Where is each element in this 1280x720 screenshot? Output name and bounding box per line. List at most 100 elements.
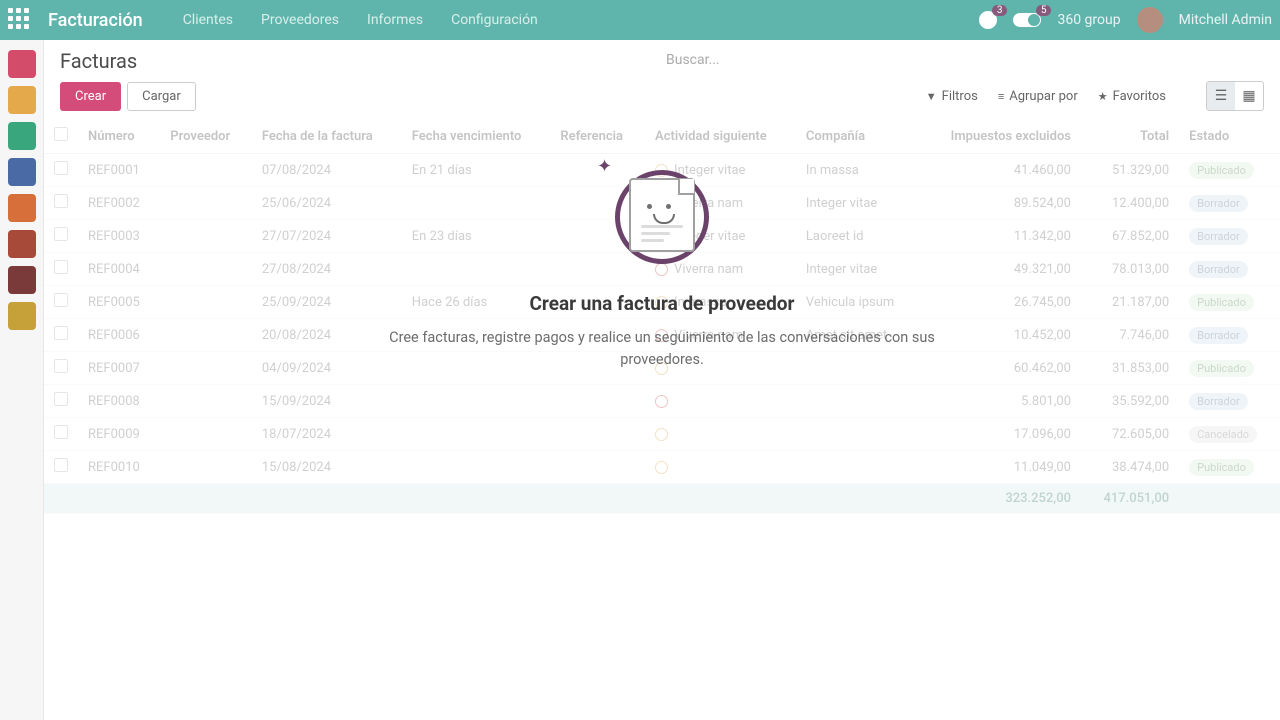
cell-billdate: 15/09/2024 (252, 385, 402, 418)
groupby-menu[interactable]: ≡Agrupar por (998, 89, 1078, 104)
table-row[interactable]: REF000225/06/2024Viverra namInteger vita… (44, 187, 1280, 220)
cell-company (796, 352, 920, 385)
status-badge: Publicado (1189, 459, 1254, 476)
side-app-inventory-icon[interactable] (8, 266, 36, 294)
menu-configuracion[interactable]: Configuración (451, 12, 538, 28)
cell-untaxed: 60.462,00 (920, 352, 1081, 385)
activity-icon[interactable] (655, 329, 668, 342)
side-app-calendar-icon[interactable] (8, 86, 36, 114)
row-checkbox[interactable] (54, 161, 68, 175)
avatar[interactable] (1137, 7, 1163, 33)
side-app-accounting-icon[interactable] (8, 122, 36, 150)
col-activity[interactable]: Actividad siguiente (645, 119, 796, 154)
menu-proveedores[interactable]: Proveedores (261, 12, 339, 28)
star-icon: ★ (1098, 90, 1108, 103)
col-status[interactable]: Estado (1179, 119, 1280, 154)
table-row[interactable]: REF000815/09/20245.801,0035.592,00Borrad… (44, 385, 1280, 418)
favorites-menu[interactable]: ★Favoritos (1098, 89, 1166, 104)
side-app-purchase-icon[interactable] (8, 230, 36, 258)
cell-reference (550, 319, 645, 352)
apps-launcher-icon[interactable] (8, 8, 32, 32)
table-row[interactable]: REF000918/07/202417.096,0072.605,00Cance… (44, 418, 1280, 451)
upload-button[interactable]: Cargar (127, 82, 196, 111)
user-menu[interactable]: Mitchell Admin (1179, 12, 1272, 28)
table-row[interactable]: REF000525/09/2024Hace 26 díasIn massaVeh… (44, 286, 1280, 319)
cell-billdate: 15/08/2024 (252, 451, 402, 484)
row-checkbox[interactable] (54, 227, 68, 241)
cell-untaxed: 17.096,00 (920, 418, 1081, 451)
col-billdate[interactable]: Fecha de la factura (252, 119, 402, 154)
select-all-checkbox[interactable] (54, 127, 68, 141)
col-untaxed[interactable]: Impuestos excluidos (920, 119, 1081, 154)
table-row[interactable]: REF001015/08/202411.049,0038.474,00Publi… (44, 451, 1280, 484)
table-row[interactable]: REF000107/08/2024En 21 díasInteger vitae… (44, 154, 1280, 187)
col-number[interactable]: Número (78, 119, 160, 154)
cell-billdate: 27/07/2024 (252, 220, 402, 253)
filters-menu[interactable]: ▼Filtros (926, 89, 978, 104)
activity-icon[interactable] (655, 296, 668, 309)
cell-reference (550, 352, 645, 385)
row-checkbox[interactable] (54, 359, 68, 373)
list-view-button[interactable]: ☰ (1207, 82, 1235, 110)
row-checkbox[interactable] (54, 293, 68, 307)
kanban-view-button[interactable]: ▦ (1235, 82, 1263, 110)
row-checkbox[interactable] (54, 194, 68, 208)
side-app-discuss-icon[interactable] (8, 50, 36, 78)
col-company[interactable]: Compañía (796, 119, 920, 154)
company-switcher[interactable]: 360 group (1057, 12, 1120, 28)
row-checkbox[interactable] (54, 326, 68, 340)
cell-number: REF0002 (78, 187, 160, 220)
activity-icon[interactable] (655, 164, 668, 177)
activity-icon[interactable] (655, 461, 668, 474)
activity-icon[interactable] (655, 230, 668, 243)
row-checkbox[interactable] (54, 392, 68, 406)
row-checkbox[interactable] (54, 458, 68, 472)
cell-status: Borrador (1179, 385, 1280, 418)
conversations-icon[interactable]: 3 (979, 11, 997, 29)
row-checkbox[interactable] (54, 260, 68, 274)
cell-vendor (160, 451, 252, 484)
col-reference[interactable]: Referencia (550, 119, 645, 154)
status-badge: Borrador (1189, 195, 1248, 212)
list-icon: ≡ (998, 90, 1004, 103)
cell-status: Publicado (1179, 352, 1280, 385)
table-row[interactable]: REF000427/08/2024Viverra namInteger vita… (44, 253, 1280, 286)
cell-billdate: 18/07/2024 (252, 418, 402, 451)
cell-number: REF0008 (78, 385, 160, 418)
activity-icon[interactable] (655, 428, 668, 441)
cell-untaxed: 49.321,00 (920, 253, 1081, 286)
cell-vendor (160, 187, 252, 220)
cell-duedate: En 23 días (402, 220, 551, 253)
cell-vendor (160, 286, 252, 319)
cell-billdate: 25/06/2024 (252, 187, 402, 220)
cell-vendor (160, 385, 252, 418)
table-row[interactable]: REF000327/07/2024En 23 díasInteger vitae… (44, 220, 1280, 253)
cell-activity: Integer vitae (645, 154, 796, 187)
cell-billdate: 27/08/2024 (252, 253, 402, 286)
cell-vendor (160, 319, 252, 352)
menu-clientes[interactable]: Clientes (183, 12, 233, 28)
col-vendor[interactable]: Proveedor (160, 119, 252, 154)
menu-informes[interactable]: Informes (367, 12, 423, 28)
table-row[interactable]: REF000704/09/202460.462,0031.853,00Publi… (44, 352, 1280, 385)
create-button[interactable]: Crear (60, 82, 121, 111)
cell-total: 38.474,00 (1081, 451, 1179, 484)
status-badge: Borrador (1189, 327, 1248, 344)
row-checkbox[interactable] (54, 425, 68, 439)
cell-duedate (402, 418, 551, 451)
col-duedate[interactable]: Fecha vencimiento (402, 119, 551, 154)
side-app-contacts-icon[interactable] (8, 158, 36, 186)
activity-icon[interactable] (655, 197, 668, 210)
search-input[interactable] (664, 48, 1264, 73)
col-total[interactable]: Total (1081, 119, 1179, 154)
table-row[interactable]: REF000620/08/2024Viverra namAmet sit ame… (44, 319, 1280, 352)
activity-icon[interactable] (655, 362, 668, 375)
activity-icon[interactable] (655, 395, 668, 408)
debug-toggle[interactable] (1013, 13, 1041, 27)
side-app-sales-icon[interactable] (8, 194, 36, 222)
cell-company: Integer vitae (796, 187, 920, 220)
activity-icon[interactable] (655, 263, 668, 276)
side-app-settings-icon[interactable] (8, 302, 36, 330)
cell-status: Cancelado (1179, 418, 1280, 451)
cell-company: Vehicula ipsum (796, 286, 920, 319)
